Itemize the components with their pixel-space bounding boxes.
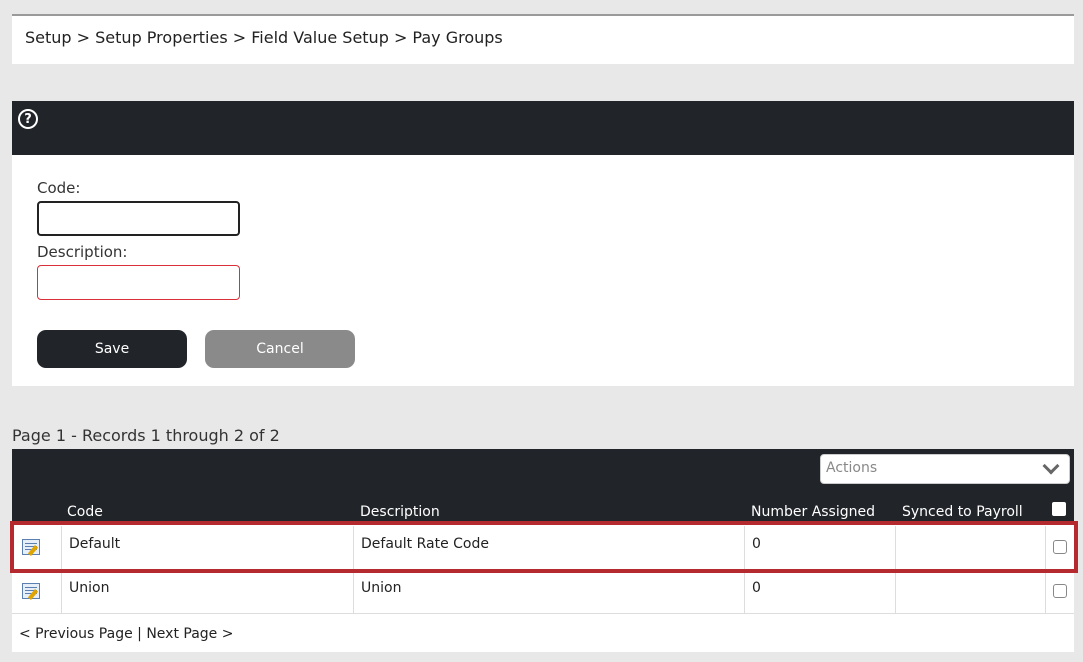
cancel-button[interactable]: Cancel <box>205 330 355 368</box>
table-row[interactable]: Union Union 0 <box>12 570 1074 614</box>
number-assigned-cell: 0 <box>745 570 896 614</box>
edit-icon[interactable] <box>22 539 40 555</box>
description-cell: Default Rate Code <box>354 526 745 570</box>
checkbox-cell <box>1046 526 1074 570</box>
column-header-description[interactable]: Description <box>360 504 440 520</box>
synced-cell <box>896 526 1046 570</box>
edit-form-panel: ? Code: Description: Save Cancel <box>12 101 1074 386</box>
number-assigned-cell: 0 <box>745 526 896 570</box>
description-cell: Union <box>354 570 745 614</box>
previous-page-link[interactable]: < Previous Page <box>19 626 133 642</box>
table-row[interactable]: Default Default Rate Code 0 <box>12 526 1074 570</box>
breadcrumb: Setup > Setup Properties > Field Value S… <box>12 14 1074 64</box>
actions-dropdown[interactable]: Actions <box>820 454 1070 484</box>
records-info: Page 1 - Records 1 through 2 of 2 <box>12 426 280 445</box>
code-cell: Default <box>62 526 354 570</box>
column-header-number-assigned[interactable]: Number Assigned <box>751 504 875 520</box>
code-label: Code: <box>37 179 81 197</box>
column-header-synced-to-payroll[interactable]: Synced to Payroll <box>902 504 1023 520</box>
grid-header: Actions Code Description Number Assigned… <box>12 449 1074 524</box>
actions-label: Actions <box>826 460 878 476</box>
row-checkbox[interactable] <box>1053 540 1067 554</box>
select-all-checkbox[interactable] <box>1052 502 1066 516</box>
pager: < Previous Page | Next Page > <box>19 626 233 642</box>
description-input[interactable] <box>37 265 240 300</box>
pay-groups-grid: Actions Code Description Number Assigned… <box>12 449 1074 652</box>
edit-cell <box>12 570 62 614</box>
edit-icon[interactable] <box>22 583 40 599</box>
chevron-down-icon <box>1042 457 1060 475</box>
code-input[interactable] <box>37 201 240 236</box>
panel-header: ? <box>12 101 1074 155</box>
description-label: Description: <box>37 243 128 261</box>
breadcrumb-text[interactable]: Setup > Setup Properties > Field Value S… <box>25 28 503 47</box>
checkbox-cell <box>1046 570 1074 614</box>
pager-separator: | <box>137 626 142 642</box>
row-checkbox[interactable] <box>1053 584 1067 598</box>
column-header-code[interactable]: Code <box>67 504 103 520</box>
edit-cell <box>12 526 62 570</box>
next-page-link[interactable]: Next Page > <box>146 626 233 642</box>
question-circle-icon[interactable]: ? <box>18 109 38 129</box>
code-cell: Union <box>62 570 354 614</box>
synced-cell <box>896 570 1046 614</box>
save-button[interactable]: Save <box>37 330 187 368</box>
